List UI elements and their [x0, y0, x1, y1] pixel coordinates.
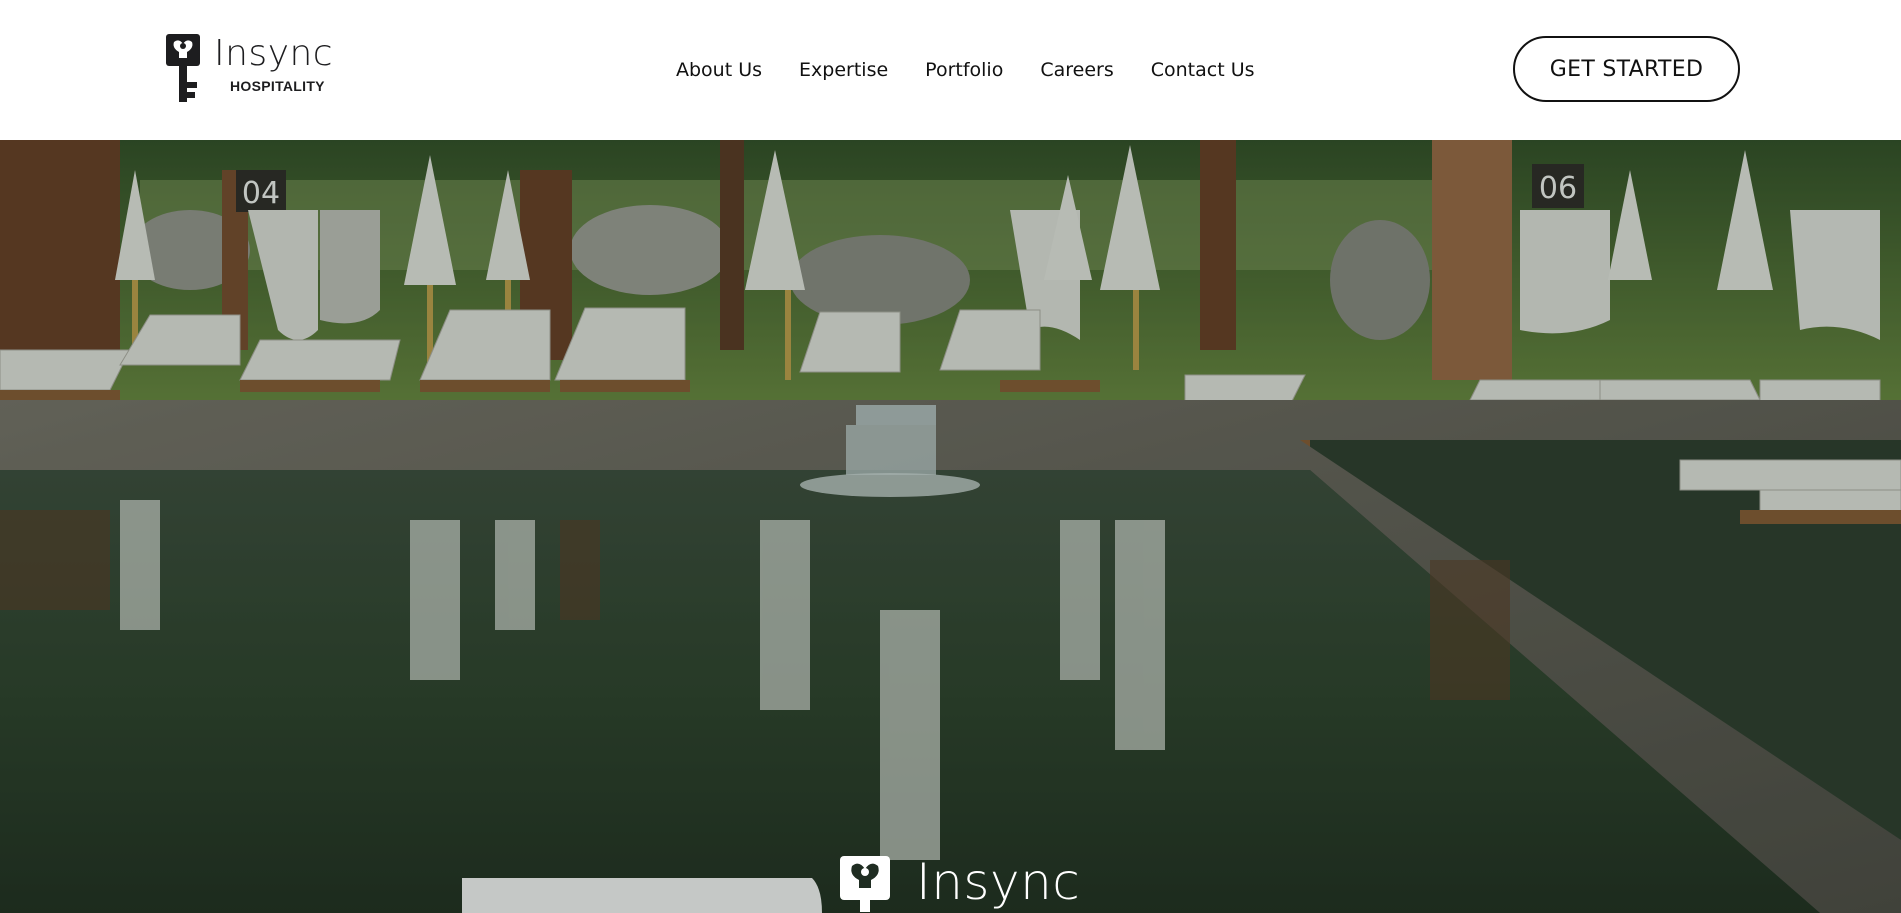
hero-logo: Insync — [838, 853, 1081, 912]
logo-subtitle: HOSPITALITY — [230, 78, 325, 94]
nav-link-portfolio[interactable]: Portfolio — [925, 56, 1003, 84]
nav-link-contact-us[interactable]: Contact Us — [1151, 56, 1255, 84]
key-logo-icon — [840, 856, 890, 912]
nav-item-careers: Careers — [1040, 56, 1113, 84]
get-started-button[interactable]: GET STARTED — [1513, 36, 1740, 102]
hero-banner: 04 06 Insync — [0, 140, 1901, 913]
nav-item-expertise: Expertise — [799, 56, 888, 84]
nav-link-about-us[interactable]: About Us — [676, 56, 762, 84]
header-logo[interactable]: Insync HOSPITALITY — [164, 32, 333, 106]
nav-link-expertise[interactable]: Expertise — [799, 56, 888, 84]
hero-logo-wordmark: Insync — [916, 853, 1081, 911]
hero-pool-image: 04 06 — [0, 140, 1901, 913]
key-logo-icon — [166, 34, 200, 102]
nav-item-contact: Contact Us — [1151, 56, 1255, 84]
logo-wordmark: Insync — [214, 33, 334, 74]
site-header: Insync HOSPITALITY About Us Expertise Po… — [0, 0, 1901, 140]
nav-item-portfolio: Portfolio — [925, 56, 1003, 84]
nav-item-about: About Us — [676, 56, 762, 84]
nav-link-careers[interactable]: Careers — [1040, 56, 1113, 84]
main-nav: About Us Expertise Portfolio Careers Con… — [676, 56, 1255, 84]
